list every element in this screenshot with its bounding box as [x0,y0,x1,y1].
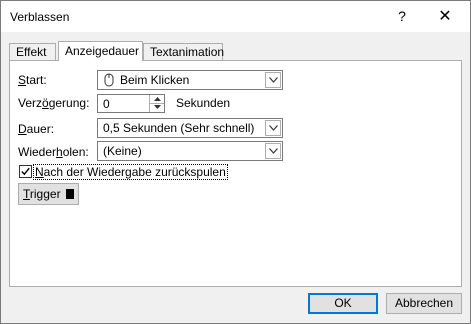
spin-buttons [149,95,164,112]
delay-unit-label: Sekunden [176,96,231,110]
delay-spinbox[interactable]: 0 [97,94,165,113]
help-icon[interactable]: ? [379,1,425,32]
duration-label: Dauer: [18,122,55,136]
chevron-down-icon[interactable] [265,143,281,159]
mouse-icon [104,73,114,90]
tab-textanimation[interactable]: Textanimation [143,43,224,60]
chevron-down-icon[interactable] [265,72,281,88]
title-bar: Verblassen ? ✕ [1,1,470,32]
repeat-combo[interactable]: (Keine) [97,141,283,161]
tab-effekt[interactable]: Effekt [9,43,56,60]
repeat-label: Wiederholen: [18,145,89,159]
delay-label: Verzögerung: [18,96,90,110]
dialog-window: Verblassen ? ✕ Effekt Anzeigedauer Texta… [0,0,471,324]
trigger-label: Trigger [23,187,61,201]
ok-button[interactable]: OK [308,293,378,314]
duration-value: 0,5 Sekunden (Sehr schnell) [103,121,255,135]
trigger-button[interactable]: Trigger [18,183,79,205]
rewind-checkbox[interactable] [19,165,32,178]
duration-combo[interactable]: 0,5 Sekunden (Sehr schnell) [97,118,283,138]
spin-down-icon[interactable] [150,103,164,111]
start-label: Start: [18,73,47,87]
tab-panel-anzeigedauer: Start: Beim Klicken Verzögerung: 0 Sekun… [9,60,462,287]
chevron-down-icon[interactable] [265,120,281,136]
repeat-value: (Keine) [103,144,142,158]
start-combo[interactable]: Beim Klicken [97,70,283,90]
start-value: Beim Klicken [120,73,190,87]
rewind-label[interactable]: Nach der Wiedergabe zurückspulen [33,164,228,180]
delay-value[interactable]: 0 [103,97,110,111]
dropdown-square-icon [66,189,74,199]
checkmark-icon [21,167,30,176]
cancel-button[interactable]: Abbrechen [386,293,462,314]
tab-anzeigedauer[interactable]: Anzeigedauer [58,41,143,61]
window-title: Verblassen [10,10,70,24]
close-icon[interactable]: ✕ [422,1,468,32]
